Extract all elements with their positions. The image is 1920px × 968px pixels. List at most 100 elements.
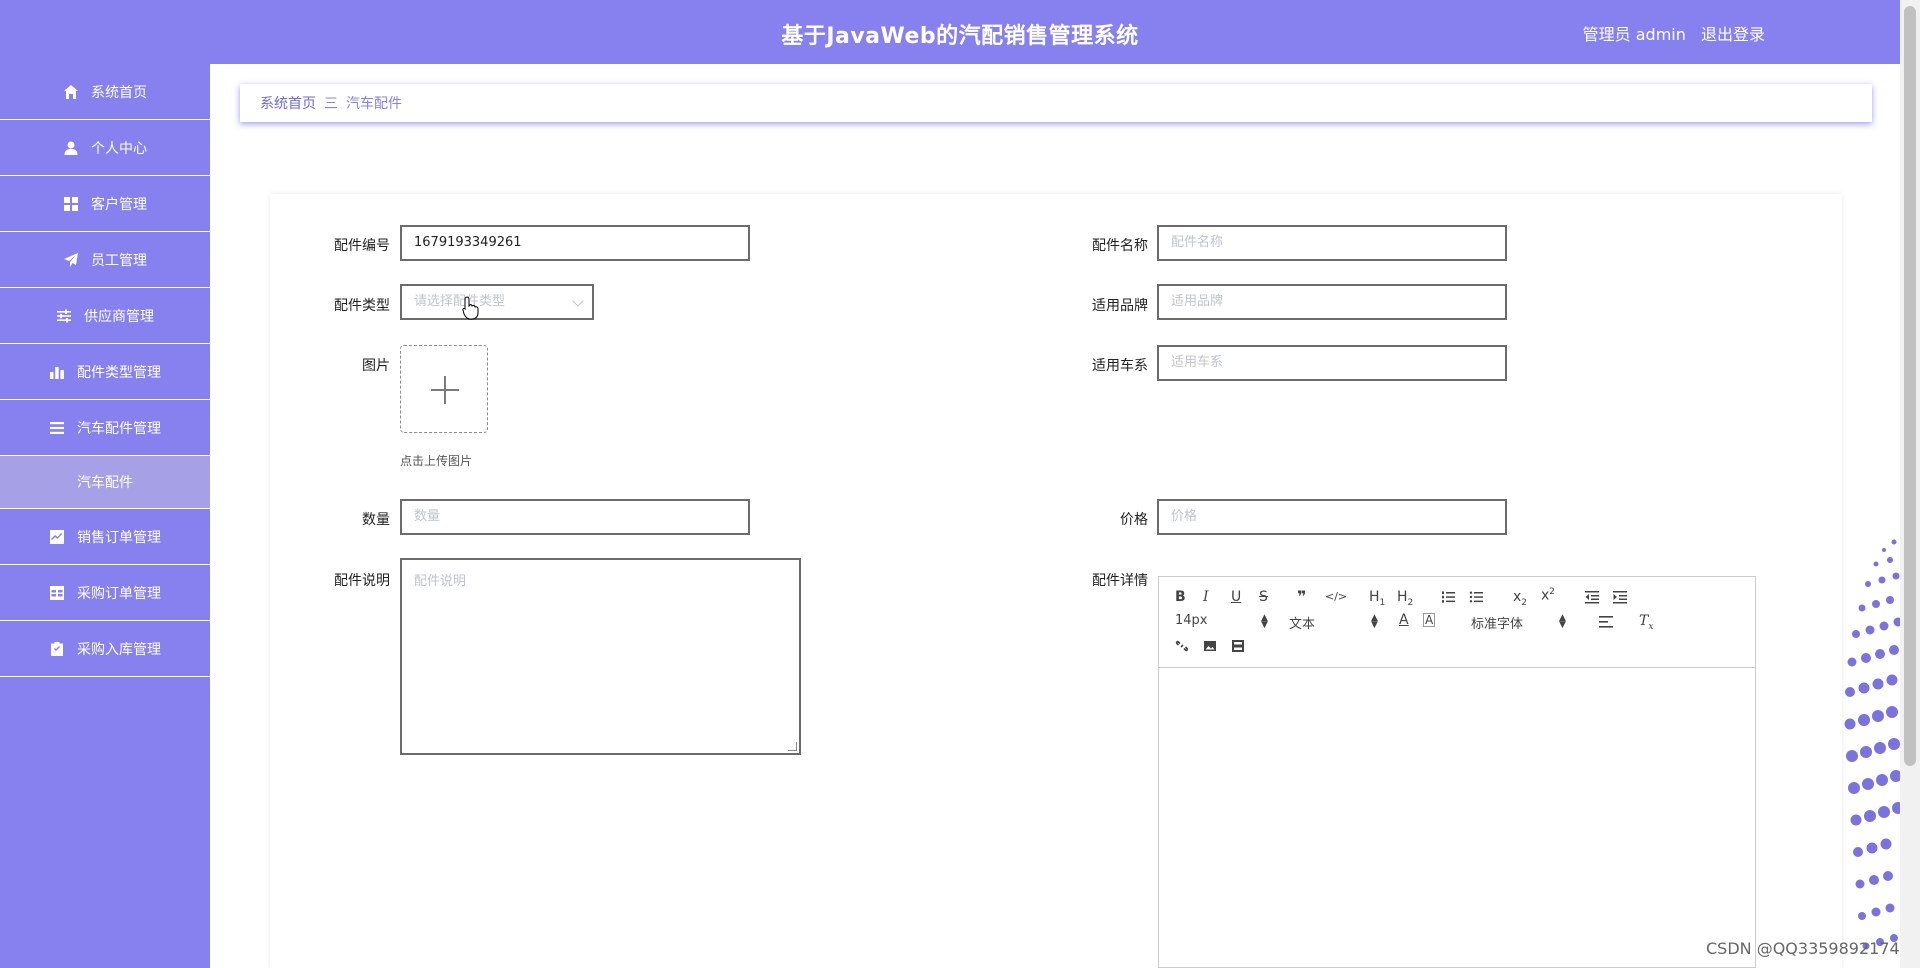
sidebar-item-label: 采购入库管理 — [77, 641, 161, 658]
sidebar-item-label: 系统首页 — [91, 84, 147, 101]
car-series-label: 适用车系 — [1092, 358, 1148, 374]
breadcrumb-separator: 三 — [324, 96, 338, 112]
car-series-input[interactable]: 适用车系 — [1157, 345, 1507, 381]
editor-toolbar: B I U S ❞ </> H1 H2 x2 x2 14px ▲ ▼ 文本 ▲ ▼ … — [1159, 577, 1755, 668]
sidebar-item-purchase-stock-in[interactable]: 采购入库管理 — [0, 621, 210, 677]
header-select-value: 文本 — [1289, 617, 1316, 632]
logout-link[interactable]: 退出登录 — [1701, 25, 1765, 44]
sidebar-item-purchase-orders[interactable]: 采购订单管理 — [0, 565, 210, 621]
image-icon[interactable] — [1203, 639, 1217, 657]
sidebar-item-sales-orders[interactable]: 销售订单管理 — [0, 509, 210, 565]
sidebar-item-label: 员工管理 — [91, 252, 147, 269]
strike-button[interactable]: S — [1259, 589, 1268, 605]
editor-content-area[interactable] — [1159, 668, 1755, 968]
page-scrollbar[interactable] — [1900, 0, 1920, 968]
part-no-label: 配件编号 — [334, 238, 390, 254]
video-icon[interactable] — [1231, 639, 1245, 657]
font-size-value: 14px — [1175, 613, 1208, 628]
description-label: 配件说明 — [334, 573, 390, 589]
sidebar-item-label: 采购订单管理 — [77, 585, 161, 602]
paper-plane-icon — [63, 252, 79, 268]
clear-format-button[interactable]: Tx — [1639, 613, 1653, 632]
description-placeholder: 配件说明 — [414, 574, 467, 589]
font-family-select[interactable]: 标准字体 ▲ ▼ — [1471, 613, 1566, 633]
scrollbar-thumb[interactable] — [1904, 6, 1916, 766]
sidebar-item-auto-parts[interactable]: 汽车配件管理 — [0, 400, 210, 456]
updown-icon: ▲ ▼ — [1261, 613, 1268, 630]
link-icon[interactable] — [1175, 639, 1189, 657]
resize-grip-icon — [788, 742, 797, 751]
part-no-input[interactable]: 1679193349261 — [400, 225, 750, 261]
image-label: 图片 — [362, 358, 390, 374]
details-label: 配件详情 — [1092, 573, 1148, 589]
part-type-label: 配件类型 — [334, 298, 390, 314]
indent-icon[interactable] — [1613, 590, 1627, 608]
outdent-icon[interactable] — [1585, 590, 1599, 608]
brand-label: 适用品牌 — [1092, 298, 1148, 314]
hand-cursor-icon — [462, 296, 479, 320]
sidebar-item-suppliers[interactable]: 供应商管理 — [0, 288, 210, 344]
breadcrumb-home[interactable]: 系统首页 — [260, 93, 316, 113]
sidebar: 系统首页 个人中心 客户管理 员工管理 供应商管理 配件类型管理 汽车配件管理 … — [0, 64, 210, 968]
sidebar-item-home[interactable]: 系统首页 — [0, 64, 210, 120]
sidebar-item-label: 汽车配件管理 — [77, 420, 161, 437]
font-size-select[interactable]: 14px ▲ ▼ — [1175, 613, 1268, 630]
background-color-button[interactable]: A — [1423, 613, 1436, 627]
home-icon — [63, 84, 79, 100]
ordered-list-icon[interactable] — [1441, 590, 1455, 608]
font-family-value: 标准字体 — [1471, 617, 1524, 632]
part-name-input[interactable]: 配件名称 — [1157, 225, 1507, 261]
header-select[interactable]: 文本 ▲ ▼ — [1289, 613, 1378, 633]
grid-icon — [63, 196, 79, 212]
image-upload[interactable] — [400, 345, 488, 433]
superscript-button[interactable]: x2 — [1541, 587, 1555, 604]
sidebar-item-label: 客户管理 — [91, 196, 147, 213]
chart-check-icon — [49, 529, 65, 545]
breadcrumb: 系统首页 三 汽车配件 — [240, 84, 1872, 122]
sidebar-item-customers[interactable]: 客户管理 — [0, 176, 210, 232]
updown-icon: ▲ ▼ — [1559, 613, 1566, 630]
sliders-icon — [56, 308, 72, 324]
part-type-placeholder: 请选择配件类型 — [414, 294, 506, 309]
h1-button[interactable]: H1 — [1369, 589, 1385, 608]
underline-button[interactable]: U — [1231, 589, 1241, 605]
brand-input[interactable]: 适用品牌 — [1157, 284, 1507, 320]
updown-icon: ▲ ▼ — [1371, 613, 1378, 630]
description-textarea[interactable]: 配件说明 — [400, 558, 801, 755]
watermark-text: CSDN @QQ3359892174 — [1706, 939, 1900, 958]
sidebar-item-label: 供应商管理 — [84, 308, 154, 325]
bar-chart-icon — [49, 364, 65, 380]
breadcrumb-current: 汽车配件 — [346, 96, 402, 112]
italic-button[interactable]: I — [1203, 589, 1209, 605]
clipboard-icon — [49, 641, 65, 657]
price-input[interactable]: 价格 — [1157, 499, 1507, 535]
bullet-list-icon[interactable] — [1469, 590, 1483, 608]
sidebar-item-employees[interactable]: 员工管理 — [0, 232, 210, 288]
bold-button[interactable]: B — [1175, 589, 1186, 605]
top-header: 基于JavaWeb的汽配销售管理系统 管理员 admin 退出登录 — [0, 0, 1920, 64]
part-type-select[interactable]: 请选择配件类型 — [400, 284, 594, 320]
user-icon — [63, 140, 79, 156]
part-name-label: 配件名称 — [1092, 238, 1148, 254]
quantity-label: 数量 — [362, 512, 390, 528]
quantity-input[interactable]: 数量 — [400, 499, 750, 535]
subscript-button[interactable]: x2 — [1513, 589, 1527, 608]
decorative-dots — [1844, 539, 1900, 950]
blockquote-button[interactable]: ❞ — [1297, 587, 1306, 606]
sidebar-item-label: 销售订单管理 — [77, 529, 161, 546]
sidebar-subitem-auto-parts[interactable]: 汽车配件 — [0, 456, 210, 509]
chevron-down-icon — [572, 295, 584, 307]
code-block-button[interactable]: </> — [1325, 590, 1347, 603]
sidebar-item-label: 个人中心 — [91, 140, 147, 157]
sidebar-item-part-types[interactable]: 配件类型管理 — [0, 344, 210, 400]
align-icon[interactable] — [1599, 615, 1613, 633]
price-label: 价格 — [1120, 512, 1148, 528]
upload-hint: 点击上传图片 — [400, 454, 473, 468]
h2-button[interactable]: H2 — [1397, 589, 1413, 608]
sidebar-item-label: 配件类型管理 — [77, 364, 161, 381]
rich-text-editor: B I U S ❞ </> H1 H2 x2 x2 14px ▲ ▼ 文本 ▲ ▼ … — [1158, 576, 1756, 968]
sidebar-item-profile[interactable]: 个人中心 — [0, 120, 210, 176]
user-label: 管理员 admin — [1582, 25, 1686, 44]
font-color-button[interactable]: A — [1399, 612, 1409, 628]
table-icon — [49, 585, 65, 601]
